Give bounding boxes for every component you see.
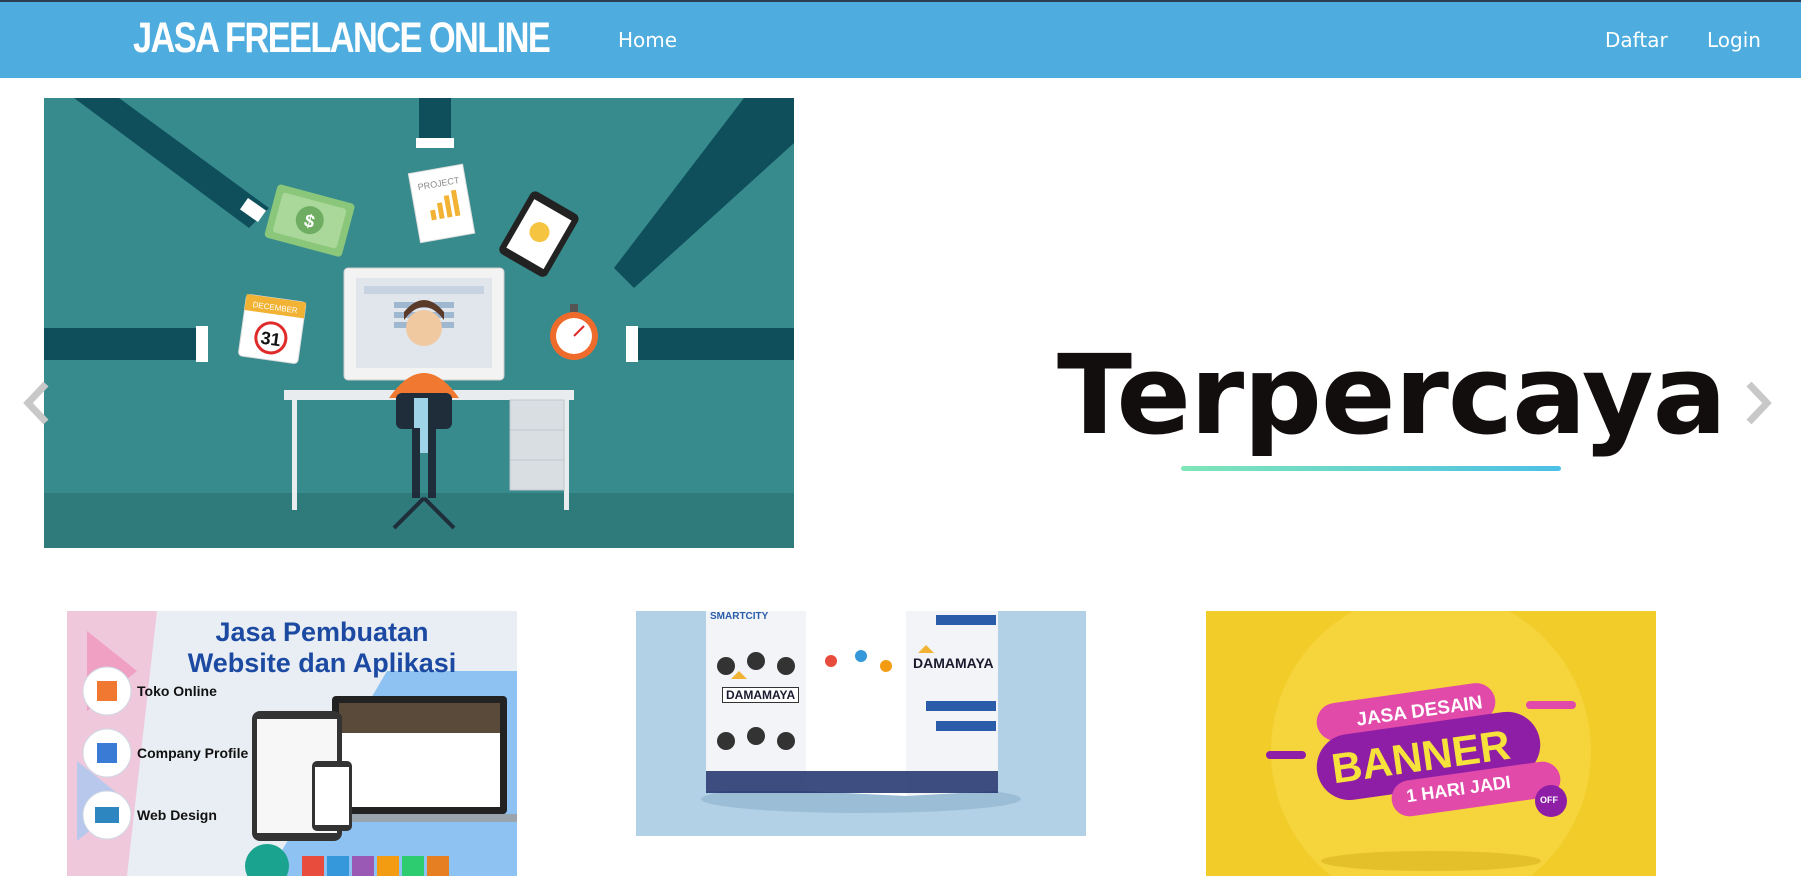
brochure-label: DAMAMAYA [913,655,994,671]
website-card-title-line1: Jasa Pembuatan [215,617,429,647]
nav-daftar-link[interactable]: Daftar [1605,28,1668,52]
brochure-label: DAMAMAYA [722,687,800,703]
chevron-left-icon[interactable] [20,378,56,428]
hero-carousel: $ PROJECT DECEMBER 31 Terpercaya [0,78,1801,578]
chevron-right-icon[interactable] [1739,378,1775,428]
website-card-item: Company Profile [137,745,249,761]
carousel-slide-image: $ PROJECT DECEMBER 31 [44,98,794,548]
headline-underline [1181,466,1561,471]
nav-login-link[interactable]: Login [1707,28,1761,52]
service-card-website[interactable]: Jasa Pembuatan Website dan Aplikasi Toko… [67,611,517,876]
brand-logo[interactable]: JASA FREELANCE ONLINE [133,14,551,63]
slide-headline: Terpercaya [1057,331,1727,459]
service-card-banner[interactable]: JASA DESAIN BANNER 1 HARI JADI OFF [1206,611,1656,876]
website-card-title: Jasa Pembuatan Website dan Aplikasi [67,617,517,679]
freelancer-illustration: $ PROJECT DECEMBER 31 [44,98,794,548]
website-card-item: Toko Online [137,683,217,699]
svg-text:31: 31 [259,328,282,351]
service-card-brochure[interactable]: SMARTCITY DAMAMAYA DAMAMAYA [636,611,1086,836]
banner-badge: OFF [1540,795,1558,805]
nav-home-link[interactable]: Home [618,28,677,52]
website-card-title-line2: Website dan Aplikasi [187,648,457,678]
website-card-item: Web Design [137,807,217,823]
brochure-graphic [701,611,1021,813]
brochure-label: SMARTCITY [710,611,769,622]
navbar: JASA FREELANCE ONLINE Home Daftar Login [0,2,1801,78]
